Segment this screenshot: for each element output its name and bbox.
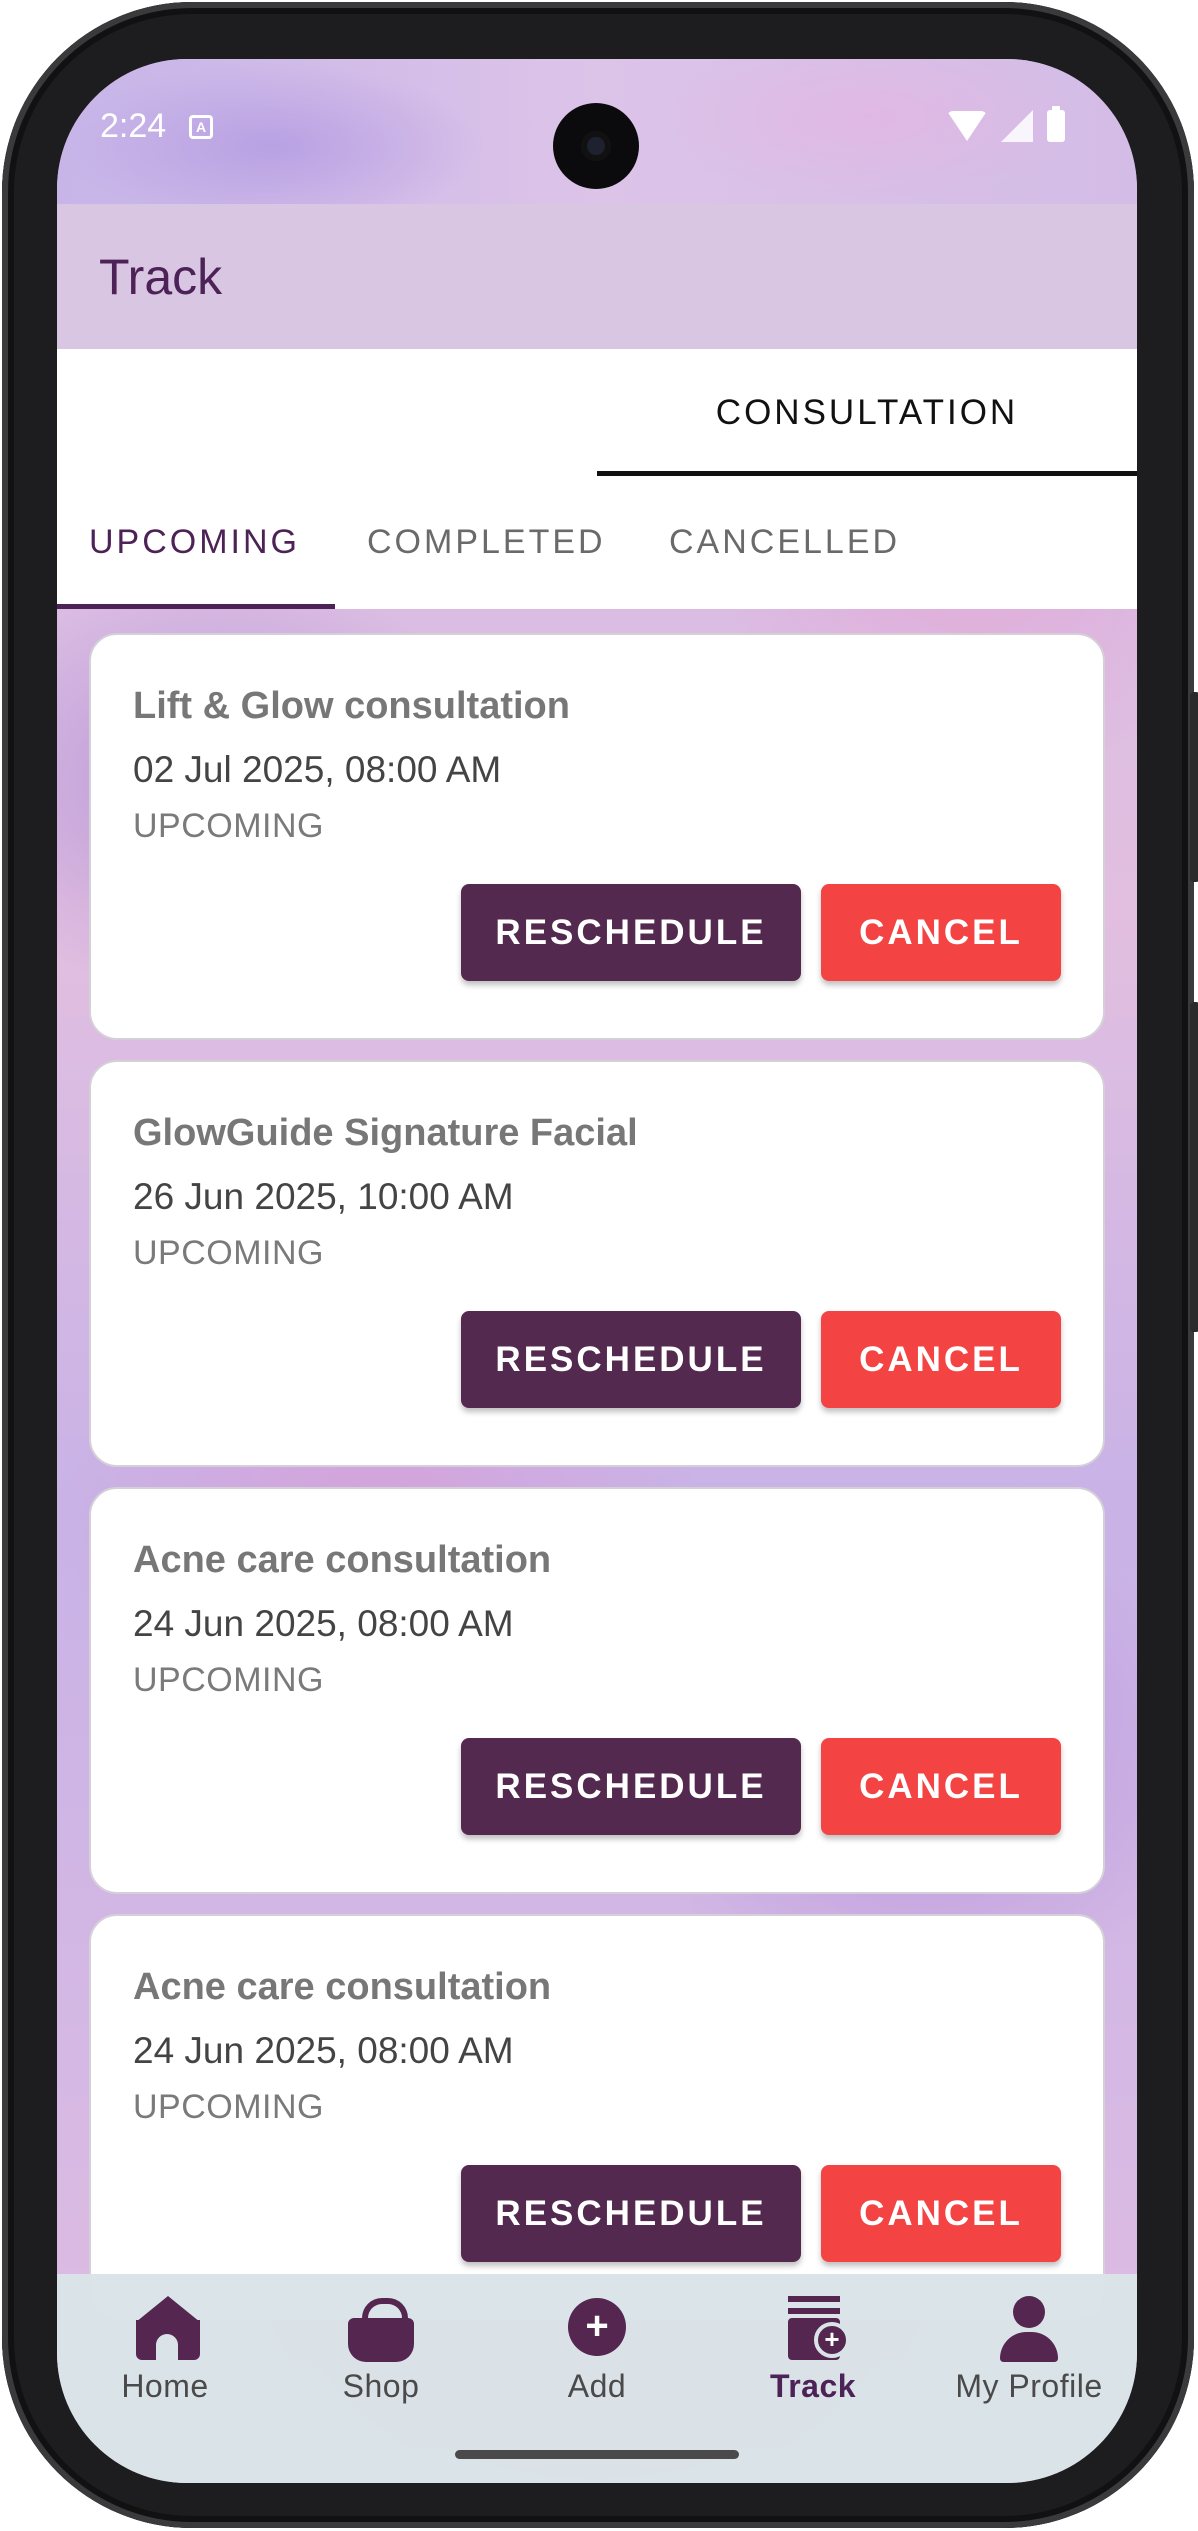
person-icon	[994, 2296, 1064, 2362]
nav-home[interactable]: Home	[57, 2274, 273, 2434]
reschedule-button[interactable]: RESCHEDULE	[461, 1311, 801, 1408]
phone-frame: 2:24 A Track CONSULTATION UPCOMING COMPL…	[2, 2, 1198, 2528]
signal-icon	[1001, 110, 1033, 142]
shopping-bag-icon	[346, 2296, 416, 2362]
wifi-icon	[947, 111, 987, 141]
appointment-card: Acne care consultation 24 Jun 2025, 08:0…	[89, 1914, 1105, 2321]
appointment-list[interactable]: Lift & Glow consultation 02 Jul 2025, 08…	[89, 633, 1105, 2341]
cancel-button[interactable]: CANCEL	[821, 2165, 1061, 2262]
nav-label: Add	[567, 2368, 627, 2404]
nav-add[interactable]: Add	[489, 2274, 705, 2434]
cancel-button[interactable]: CANCEL	[821, 884, 1061, 981]
appointment-status: UPCOMING	[133, 807, 324, 845]
nav-label: Home	[121, 2368, 209, 2404]
primary-tab-bar: CONSULTATION	[57, 349, 1137, 476]
tab-upcoming[interactable]: UPCOMING	[89, 476, 300, 609]
add-circle-icon	[562, 2296, 632, 2362]
appointment-datetime: 24 Jun 2025, 08:00 AM	[133, 1603, 514, 1644]
home-gesture-bar[interactable]	[455, 2450, 739, 2459]
tab-indicator	[57, 604, 335, 609]
appointment-status: UPCOMING	[133, 1234, 324, 1272]
reschedule-button[interactable]: RESCHEDULE	[461, 1738, 801, 1835]
tab-consultation[interactable]: CONSULTATION	[597, 349, 1137, 476]
home-icon	[130, 2296, 200, 2362]
battery-icon	[1047, 106, 1065, 142]
status-time: 2:24	[100, 107, 167, 145]
notification-icon: A	[189, 115, 213, 139]
status-bar: 2:24 A	[57, 59, 1137, 204]
appointment-title: Lift & Glow consultation	[133, 685, 570, 727]
nav-label: Track	[769, 2368, 857, 2404]
status-tab-bar: UPCOMING COMPLETED CANCELLED	[57, 476, 1137, 609]
cancel-button[interactable]: CANCEL	[821, 1738, 1061, 1835]
appointment-card: GlowGuide Signature Facial 26 Jun 2025, …	[89, 1060, 1105, 1467]
status-icons	[947, 106, 1065, 143]
nav-shop[interactable]: Shop	[273, 2274, 489, 2434]
screen: 2:24 A Track CONSULTATION UPCOMING COMPL…	[57, 59, 1137, 2483]
appointment-title: Acne care consultation	[133, 1966, 552, 2008]
appointment-title: GlowGuide Signature Facial	[133, 1112, 638, 1154]
appointment-datetime: 26 Jun 2025, 10:00 AM	[133, 1176, 514, 1217]
nav-label: My Profile	[955, 2368, 1103, 2404]
appointment-datetime: 24 Jun 2025, 08:00 AM	[133, 2030, 514, 2071]
appointment-datetime: 02 Jul 2025, 08:00 AM	[133, 749, 502, 790]
nav-track[interactable]: + Track	[705, 2274, 921, 2434]
power-button	[1190, 1002, 1198, 1332]
appointment-status: UPCOMING	[133, 1661, 324, 1699]
tab-cancelled[interactable]: CANCELLED	[669, 476, 900, 609]
page-title: Track	[99, 249, 223, 305]
appointment-status: UPCOMING	[133, 2088, 324, 2126]
nav-label: Shop	[342, 2368, 420, 2404]
tab-completed[interactable]: COMPLETED	[367, 476, 606, 609]
reschedule-button[interactable]: RESCHEDULE	[461, 884, 801, 981]
track-icon: +	[778, 2296, 850, 2362]
camera-cutout	[553, 103, 639, 189]
appointment-card: Acne care consultation 24 Jun 2025, 08:0…	[89, 1487, 1105, 1894]
reschedule-button[interactable]: RESCHEDULE	[461, 2165, 801, 2262]
nav-my-profile[interactable]: My Profile	[921, 2274, 1137, 2434]
volume-button	[1190, 692, 1198, 882]
app-bar: Track	[57, 204, 1137, 349]
appointment-card: Lift & Glow consultation 02 Jul 2025, 08…	[89, 633, 1105, 1040]
appointment-title: Acne care consultation	[133, 1539, 552, 1581]
cancel-button[interactable]: CANCEL	[821, 1311, 1061, 1408]
